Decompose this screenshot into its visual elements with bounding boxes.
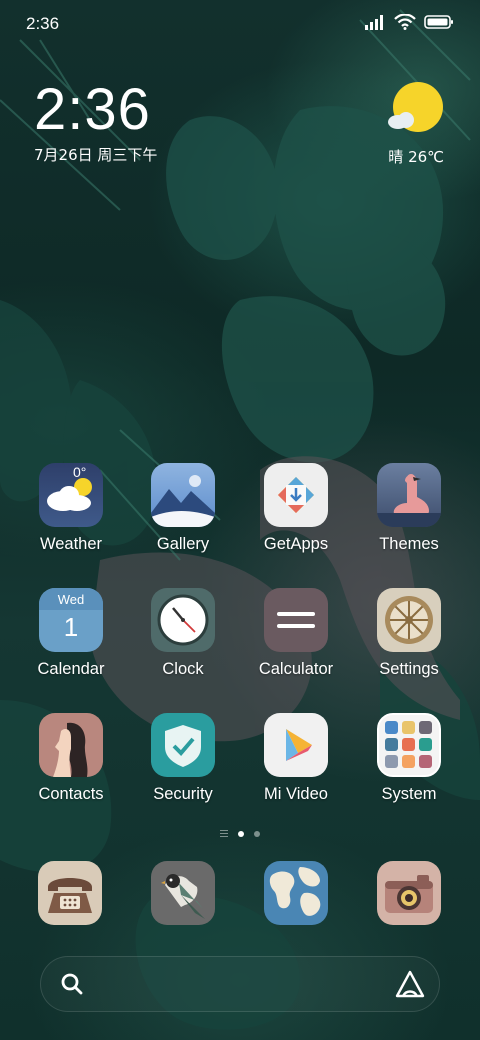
weather-temperature: 晴 26℃ — [388, 148, 444, 166]
calendar-day-number: 1 — [63, 612, 79, 642]
app-label: Mi Video — [264, 785, 328, 803]
status-bar: 2:36 — [0, 0, 480, 50]
page-indicator[interactable] — [0, 830, 480, 837]
calculator-icon — [264, 588, 328, 652]
search-icon[interactable] — [58, 970, 86, 998]
page-dot-active — [238, 830, 244, 837]
app-gallery[interactable]: Gallery — [128, 463, 238, 573]
app-themes[interactable]: Themes — [354, 463, 464, 573]
gallery-icon — [151, 463, 215, 527]
svg-text:0°: 0° — [73, 464, 86, 480]
messaging-icon — [161, 874, 205, 919]
app-label: Calculator — [258, 660, 334, 678]
app-weather[interactable]: 0° Weather — [16, 463, 126, 573]
status-icons — [364, 14, 454, 30]
app-label: Settings — [379, 660, 439, 678]
app-drawer-indicator-icon — [220, 830, 228, 837]
settings-icon — [377, 588, 441, 652]
battery-icon — [424, 15, 453, 29]
dock-phone[interactable] — [38, 861, 102, 925]
mi-video-icon — [264, 713, 328, 777]
weather-widget[interactable]: 晴 26℃ — [354, 82, 444, 172]
getapps-icon — [264, 463, 328, 527]
app-label: Weather — [39, 535, 103, 553]
app-calendar[interactable]: Wed 1 Calendar — [16, 588, 126, 698]
app-label: Calendar — [37, 660, 105, 678]
security-icon — [151, 713, 215, 777]
app-label: Contacts — [38, 785, 104, 803]
browser-icon — [269, 867, 321, 916]
page-dot — [254, 830, 260, 837]
clock-date: 7月26日 周三下午 — [34, 146, 158, 164]
phone-icon — [48, 878, 92, 913]
search-bar[interactable] — [40, 956, 440, 1012]
calendar-day-name: Wed — [57, 592, 85, 607]
sun-cloud-icon — [388, 82, 443, 132]
app-security[interactable]: Security — [128, 713, 238, 823]
app-label: Clock — [162, 660, 204, 678]
clock-time: 2:36 — [34, 77, 151, 142]
weather-icon: 0° — [39, 463, 103, 527]
app-label: System — [381, 785, 437, 803]
themes-icon — [377, 463, 441, 527]
dock-messaging[interactable] — [151, 861, 215, 925]
clock-widget[interactable]: 2:36 7月26日 周三下午 — [34, 78, 234, 168]
app-contacts[interactable]: Contacts — [16, 713, 126, 823]
signal-icon — [365, 15, 383, 30]
app-label: Security — [153, 785, 213, 803]
app-label: GetApps — [263, 535, 329, 553]
status-time: 2:36 — [26, 14, 60, 33]
dock-browser[interactable] — [264, 861, 328, 925]
app-system-folder[interactable]: System — [354, 713, 464, 823]
assistant-icon[interactable] — [394, 969, 426, 999]
app-label: Gallery — [156, 535, 210, 553]
camera-icon — [385, 875, 433, 913]
app-getapps[interactable]: GetApps — [241, 463, 351, 573]
app-calculator[interactable]: Calculator — [241, 588, 351, 698]
app-settings[interactable]: Settings — [354, 588, 464, 698]
dock-camera[interactable] — [377, 861, 441, 925]
calendar-icon: Wed 1 — [39, 588, 103, 652]
app-clock[interactable]: Clock — [128, 588, 238, 698]
system-folder-icon — [377, 713, 441, 777]
wifi-icon — [394, 14, 416, 30]
contacts-icon — [39, 713, 103, 777]
clock-icon — [151, 588, 215, 652]
app-label: Themes — [379, 535, 439, 553]
app-mi-video[interactable]: Mi Video — [241, 713, 351, 823]
